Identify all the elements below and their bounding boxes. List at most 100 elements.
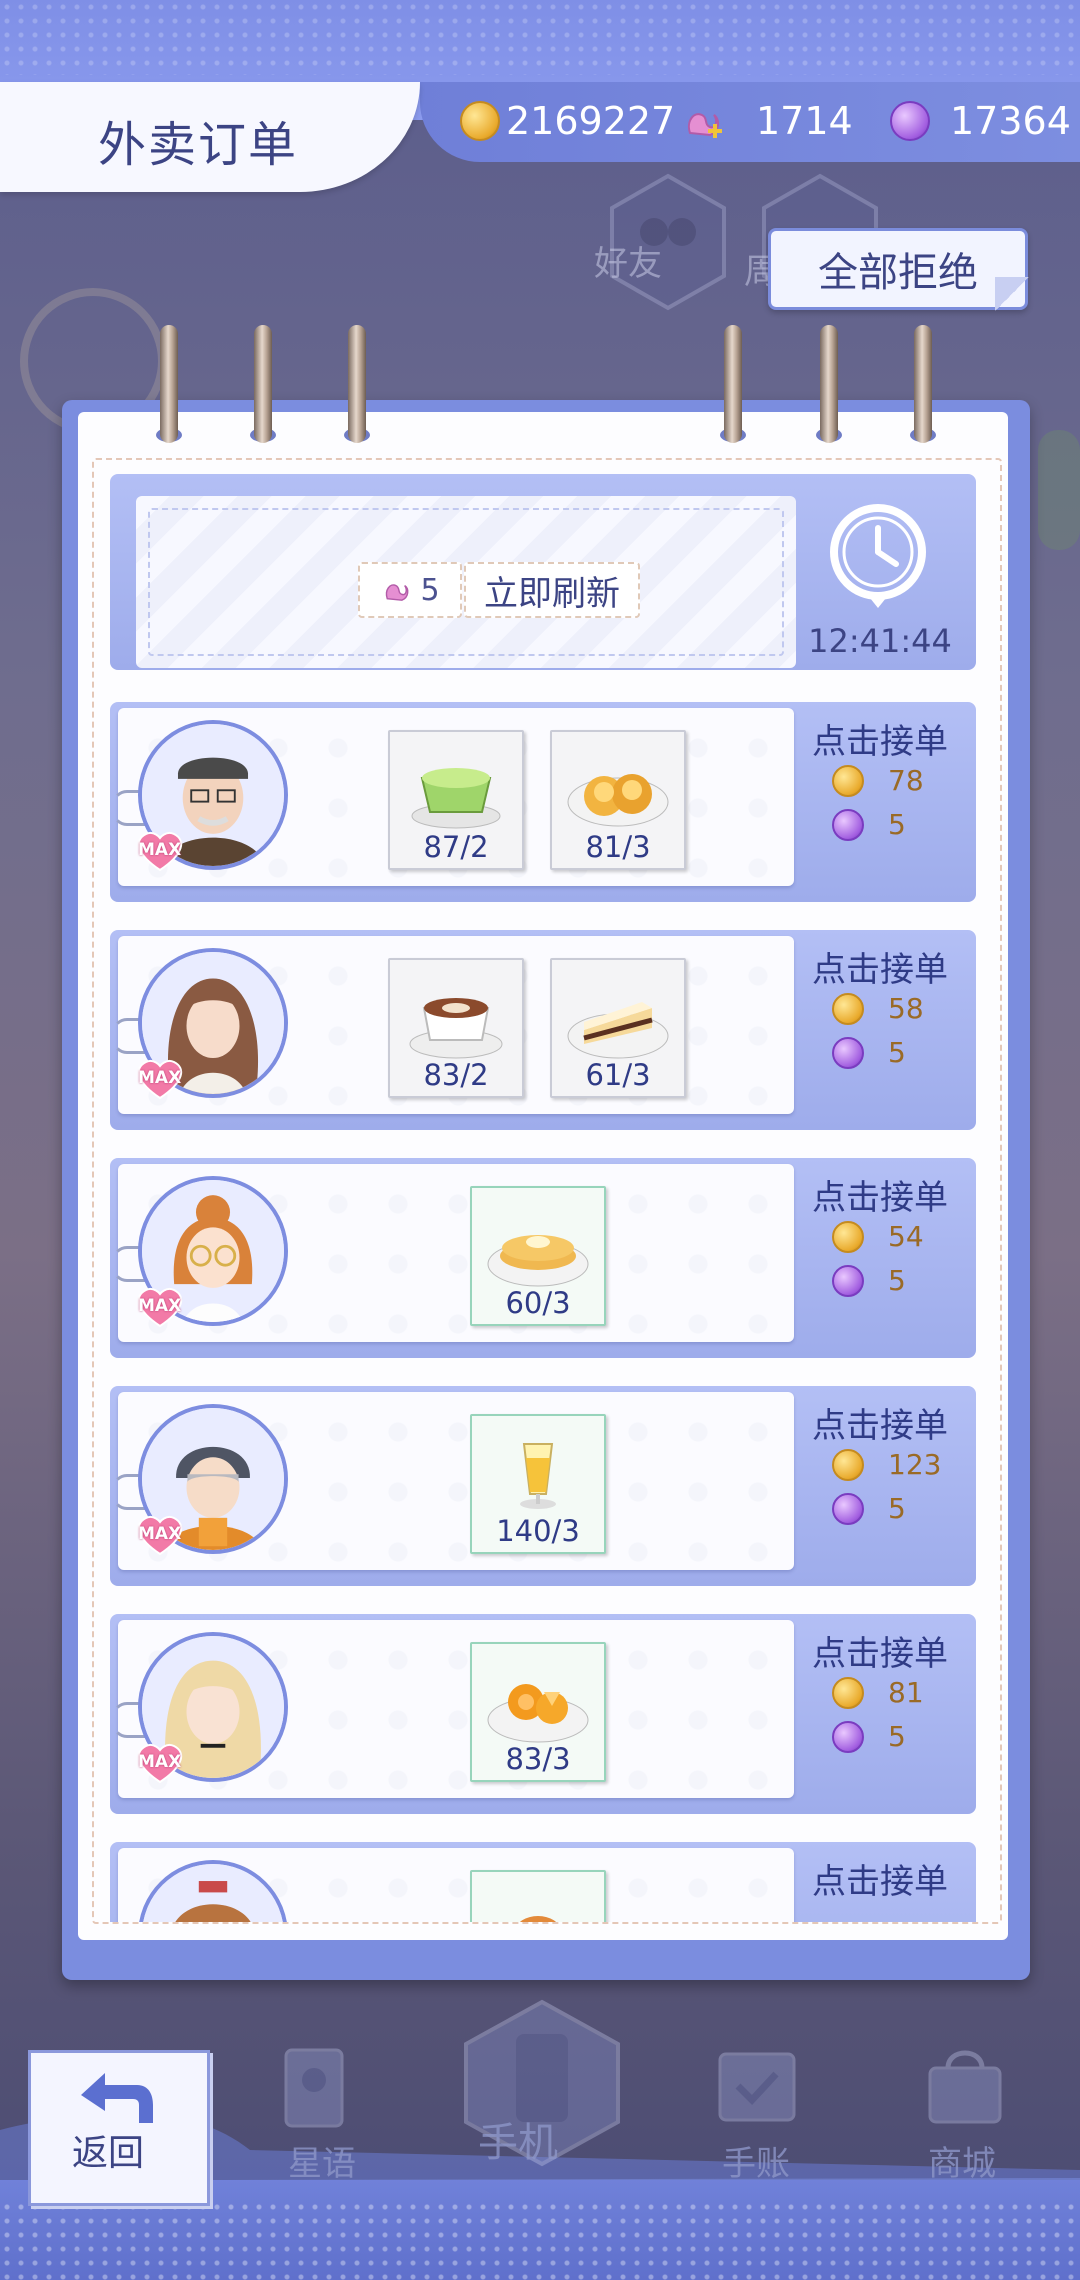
coin-reward-value: 123 [888,1448,942,1481]
item-count: 140/3 [496,1514,580,1548]
gem-reward-value: 5 [888,808,906,841]
max-level-label: MAX [138,1068,182,1088]
binder-ring [820,325,838,443]
bottom-pattern [0,2200,1080,2280]
gem-reward-value: 5 [888,1492,906,1525]
order-row[interactable]: MAX 60/3 点击接单 54 5 [110,1158,976,1358]
coin-reward: 58 [832,992,924,1025]
nav-phone[interactable]: 手机 [478,2110,558,2168]
required-item[interactable]: 60/3 [470,1186,606,1326]
purple-gem-counter: 17364 [890,95,1071,147]
gem-reward-value: 5 [888,1264,906,1297]
gem-reward-value: 5 [888,1036,906,1069]
cheesecake-slice-icon [567,1002,669,1059]
item-count: 60/3 [505,1286,571,1320]
binder-ring [254,325,272,443]
required-item[interactable] [470,1870,606,1922]
refresh-cost-value: 5 [420,572,440,608]
gem-reward: 5 [832,1492,906,1525]
planner-icon [718,2052,796,2122]
coin-reward: 123 [832,1448,941,1481]
back-arrow-icon [81,2073,153,2123]
refresh-cost: 5 [358,562,462,618]
binder-ring [348,325,366,443]
accept-order-button[interactable]: 点击接单 [812,1854,948,1903]
accept-order-button[interactable]: 点击接单 [812,1626,948,1675]
required-item[interactable]: 61/3 [550,958,686,1098]
required-item[interactable]: 83/2 [388,958,524,1098]
refresh-now-button[interactable]: 立即刷新 [464,562,640,618]
refresh-timer: 12:41:44 [808,622,952,660]
required-item[interactable]: 83/3 [470,1642,606,1782]
reject-all-button[interactable]: 全部拒绝 [768,228,1029,311]
coin-reward: 78 [832,764,924,797]
accept-order-button[interactable]: 点击接单 [812,1398,948,1447]
accept-order-button[interactable]: 点击接单 [812,1170,948,1219]
latte-icon [409,998,503,1059]
order-row[interactable]: MAX 87/2 81/3 点击接单 78 5 [110,702,976,902]
gold-coin-icon [832,992,864,1025]
accept-order-button[interactable]: 点击接单 [812,942,948,991]
gold-coin-icon [460,101,500,141]
max-level-label: MAX [138,1296,182,1316]
gem-reward: 5 [832,1720,906,1753]
purple-gem-icon [832,1492,864,1525]
pancake-icon [487,1235,589,1287]
order-row[interactable]: 点击接单 [110,1842,976,1922]
reject-all-label: 全部拒绝 [818,250,978,296]
max-level-label: MAX [138,1752,182,1772]
gem-reward: 5 [832,808,906,841]
order-card: MAX 87/2 81/3 [112,708,794,886]
purple-gem-icon [832,1036,864,1069]
nav-shop[interactable]: 商城 [928,2136,996,2185]
purple-gem-icon [832,1720,864,1753]
order-card: MAX 83/2 61/3 [112,936,794,1114]
swan-value: 1714 [756,99,853,143]
gem-reward: 5 [832,1036,906,1069]
orange-plate-icon [487,1684,589,1743]
coin-reward-value: 78 [888,764,924,797]
pink-swan-icon [386,584,409,601]
stars-card-icon [284,2048,344,2128]
required-item[interactable]: 87/2 [388,730,524,870]
juice-glass-icon [520,1443,556,1509]
coin-reward: 81 [832,1676,924,1709]
order-row[interactable]: MAX 140/3 点击接单 123 5 [110,1386,976,1586]
item-count: 61/3 [585,1058,651,1092]
nav-stars[interactable]: 星语 [288,2136,356,2185]
order-row[interactable]: MAX 83/3 点击接单 81 5 [110,1614,976,1814]
pink-swan-plus-icon [688,113,722,138]
binder-ring [914,325,932,443]
purple-gem-icon [832,808,864,841]
gold-coin-counter: 2169227 [460,95,675,147]
coin-reward-value: 54 [888,1220,924,1253]
swan-counter[interactable]: 1714 [680,95,853,147]
coin-reward: 54 [832,1220,924,1253]
required-item[interactable]: 81/3 [550,730,686,870]
binder-ring [724,325,742,443]
required-item[interactable]: 140/3 [470,1414,606,1554]
item-count: 83/2 [423,1058,489,1092]
binder-ring [160,325,178,443]
item-count: 83/3 [505,1742,571,1776]
gold-coin-icon [832,1448,864,1481]
refresh-panel-inner: 5 立即刷新 [136,496,796,668]
gem-reward: 5 [832,1264,906,1297]
coin-reward-value: 58 [888,992,924,1025]
order-list[interactable]: 5 立即刷新 12:41:44 MAX 87/2 81/3 点击接单 78 5 … [92,458,1002,1924]
gold-coin-icon [832,1676,864,1709]
accept-order-button[interactable]: 点击接单 [812,714,948,763]
food-item-icon [519,1916,557,1922]
clock-icon [830,504,926,608]
coin-reward-value: 81 [888,1676,924,1709]
nav-planner[interactable]: 手账 [722,2136,790,2185]
item-count: 87/2 [423,830,489,864]
shop-icon [928,2050,1002,2124]
order-row[interactable]: MAX 83/2 61/3 点击接单 58 5 [110,930,976,1130]
item-count: 81/3 [585,830,651,864]
back-label: 返回 [72,2133,145,2174]
order-card: MAX 140/3 [112,1392,794,1570]
page-title: 外卖订单 [98,117,299,173]
order-card: MAX 83/3 [112,1620,794,1798]
purple-gem-icon [832,1264,864,1297]
